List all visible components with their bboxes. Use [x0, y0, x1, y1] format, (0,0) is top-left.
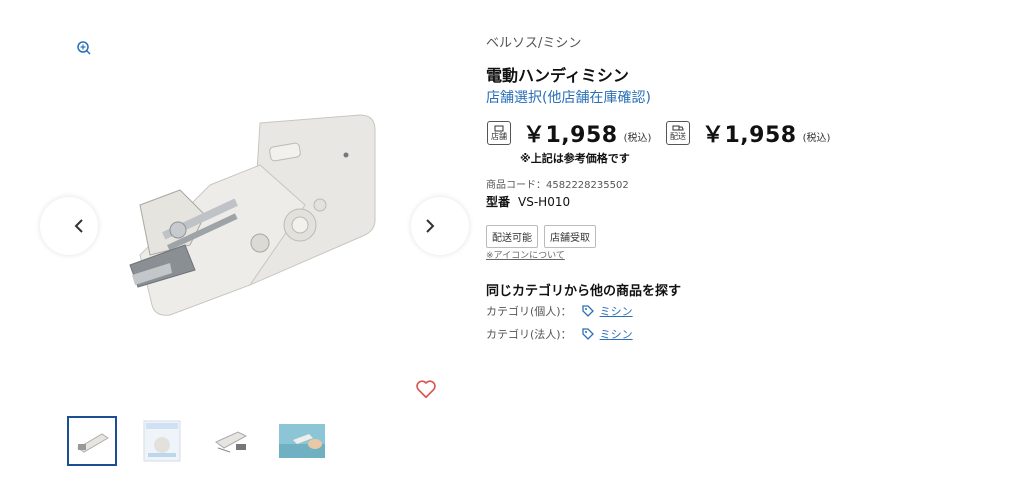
tag-icon — [581, 328, 594, 340]
model-number: 型番 VS-H010 — [486, 193, 570, 210]
tag-icon — [581, 305, 594, 317]
delivery-price-value: ￥1,958 — [702, 123, 797, 148]
thumbnail-1[interactable] — [67, 416, 117, 466]
delivery-price: 配送 ￥1,958 (税込) — [666, 117, 830, 149]
delivery-price-tax: (税込) — [802, 132, 831, 144]
previous-image-button[interactable] — [40, 197, 98, 255]
price-note: ※上記は参考価格です — [520, 152, 630, 165]
product-title: 電動ハンディミシン — [486, 66, 629, 85]
store-price-tax: (税込) — [623, 132, 652, 144]
category-link[interactable]: ミシン — [600, 326, 633, 342]
store-select-link[interactable]: 店舗選択(他店舗在庫確認) — [486, 87, 651, 107]
thumbnail-2[interactable] — [137, 416, 187, 466]
tag-store-pickup: 店舗受取 — [544, 225, 596, 248]
tag-delivery-available: 配送可能 — [486, 225, 538, 248]
thumbnail-3[interactable] — [207, 416, 257, 466]
product-code: 商品コード：4582228235502 — [486, 180, 629, 191]
category-label: カテゴリ(法人)： — [486, 328, 572, 341]
next-image-button[interactable] — [411, 197, 469, 255]
category-label: カテゴリ(個人)： — [486, 305, 572, 318]
thumbnail-4[interactable] — [277, 416, 327, 466]
truck-icon — [672, 125, 684, 131]
store-icon — [494, 125, 504, 132]
store-price: 店舗 ￥1,958 (税込) — [487, 117, 651, 149]
model-value: VS-H010 — [518, 195, 571, 209]
category-row-personal: カテゴリ(個人)： ミシン — [486, 303, 633, 319]
thumbnail-strip — [67, 416, 327, 466]
model-label: 型番 — [486, 195, 511, 209]
chevron-right-icon — [426, 219, 435, 233]
product-main-image — [110, 95, 410, 355]
brand-category: ベルソス/ミシン — [486, 36, 582, 51]
delivery-badge: 配送 — [666, 121, 690, 145]
availability-tags: 配送可能 店舗受取 — [486, 225, 596, 248]
zoom-in-icon[interactable] — [76, 40, 92, 56]
chevron-left-icon — [74, 219, 83, 233]
related-category-heading: 同じカテゴリから他の商品を探す — [486, 284, 682, 299]
category-row-corporate: カテゴリ(法人)： ミシン — [486, 326, 633, 342]
store-price-value: ￥1,958 — [523, 123, 618, 148]
category-link[interactable]: ミシン — [600, 303, 633, 319]
favorite-heart-icon[interactable] — [415, 378, 437, 400]
icon-explanation-link[interactable]: ※アイコンについて — [486, 248, 565, 261]
store-badge: 店舗 — [487, 121, 511, 145]
